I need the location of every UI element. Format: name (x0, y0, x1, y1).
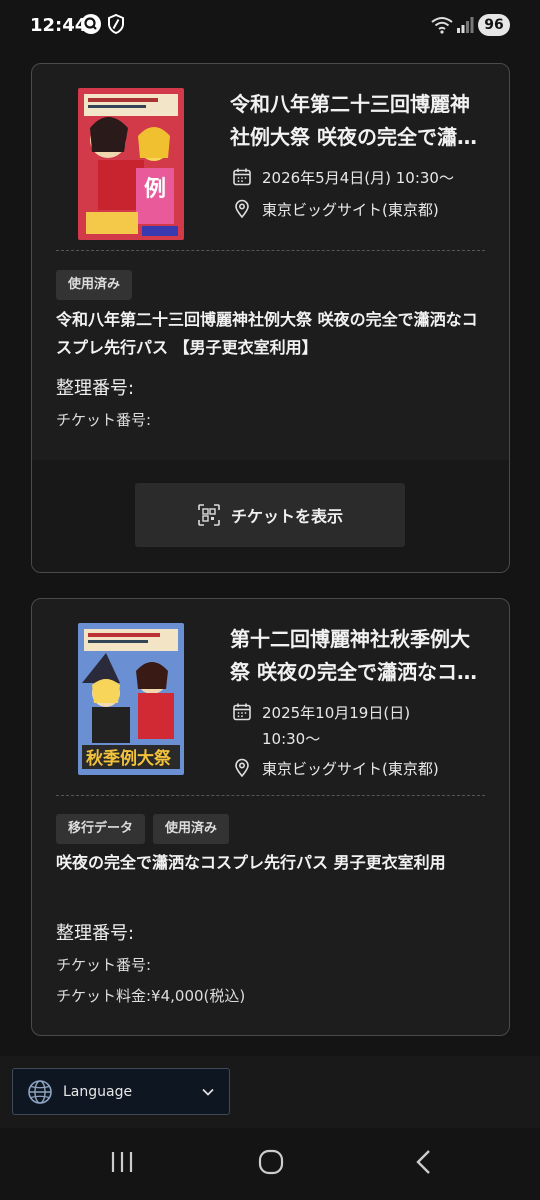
status-time: 12:44 (30, 15, 88, 36)
recent-apps-icon[interactable] (108, 1148, 136, 1176)
event-date: 2026年5月4日(月) 10:30〜 (262, 169, 454, 187)
wifi-icon (431, 17, 453, 34)
signal-icon (457, 17, 474, 33)
status-badge-migrated: 移行データ (56, 814, 146, 844)
globe-icon (28, 1079, 52, 1104)
calendar-icon (233, 703, 251, 721)
show-ticket-button[interactable]: チケットを表示 (135, 483, 405, 547)
search-app-icon (81, 14, 101, 34)
dashed-divider (56, 250, 485, 251)
event-venue: 東京ビッグサイト(東京都) (262, 201, 439, 219)
svg-text:秋季例大祭: 秋季例大祭 (86, 748, 172, 769)
svg-text:例: 例 (144, 177, 166, 202)
battery-indicator: 96 (478, 14, 510, 36)
event-title[interactable]: 令和八年第二十三回博麗神社例大祭 咲夜の完全で瀟洒なコスプレ先行パス (230, 88, 486, 154)
language-label: Language (63, 1083, 133, 1100)
ticket-name: 咲夜の完全で瀟洒なコスプレ先行パス 男子更衣室利用 (56, 853, 446, 872)
ticket-price: チケット料金:¥4,000(税込) (56, 987, 246, 1005)
home-icon[interactable] (257, 1148, 285, 1176)
language-select[interactable]: Language (12, 1068, 230, 1115)
calendar-icon (233, 168, 251, 186)
ticket-number-label: チケット番号: (56, 411, 152, 429)
event-date-row: 2026年5月4日(月) 10:30〜 (232, 165, 492, 191)
ticket-tags: 使用済み (56, 270, 133, 300)
ticket-tags: 移行データ 使用済み (56, 814, 230, 844)
status-badge-used: 使用済み (153, 814, 230, 844)
event-ticket-card: 秋季例大祭 第十二回博麗神社秋季例大祭 咲夜の完全で瀟洒なコスプレ先行パス 20… (31, 598, 510, 1036)
event-venue-row: 東京ビッグサイト(東京都) (232, 197, 492, 223)
location-pin-icon (235, 758, 249, 778)
show-ticket-label: チケットを表示 (230, 507, 343, 526)
event-ticket-card: 例 令和八年第二十三回博麗神社例大祭 咲夜の完全で瀟洒なコスプレ先行パス 202… (31, 63, 510, 573)
language-bar: Language (0, 1056, 540, 1128)
event-date: 2025年10月19日(日) 10:30〜 (262, 704, 411, 748)
status-badge-used: 使用済み (56, 270, 133, 300)
event-title[interactable]: 第十二回博麗神社秋季例大祭 咲夜の完全で瀟洒なコスプレ先行パス (230, 623, 486, 689)
event-venue-row: 東京ビッグサイト(東京都) (232, 756, 492, 782)
status-bar: 12:44 96 (0, 0, 540, 50)
location-pin-icon (235, 199, 249, 219)
dashed-divider (56, 795, 485, 796)
shield-icon (108, 13, 124, 35)
ticket-name: 令和八年第二十三回博麗神社例大祭 咲夜の完全で瀟洒なコスプレ先行パス 【男子更衣… (56, 310, 478, 357)
qr-scan-icon (198, 504, 220, 526)
ticket-number-label: チケット番号: (56, 956, 152, 974)
seiri-number-label: 整理番号: (56, 923, 135, 944)
event-poster-image: 秋季例大祭 (78, 623, 184, 775)
back-icon[interactable] (410, 1148, 438, 1176)
chevron-down-icon (202, 1088, 214, 1096)
system-nav-bar (0, 1128, 540, 1200)
event-poster-image: 例 (78, 88, 184, 240)
seiri-number-label: 整理番号: (56, 378, 135, 399)
event-venue: 東京ビッグサイト(東京都) (262, 760, 439, 778)
event-date-row: 2025年10月19日(日) 10:30〜 (232, 700, 492, 752)
card-footer: チケットを表示 (32, 460, 509, 572)
